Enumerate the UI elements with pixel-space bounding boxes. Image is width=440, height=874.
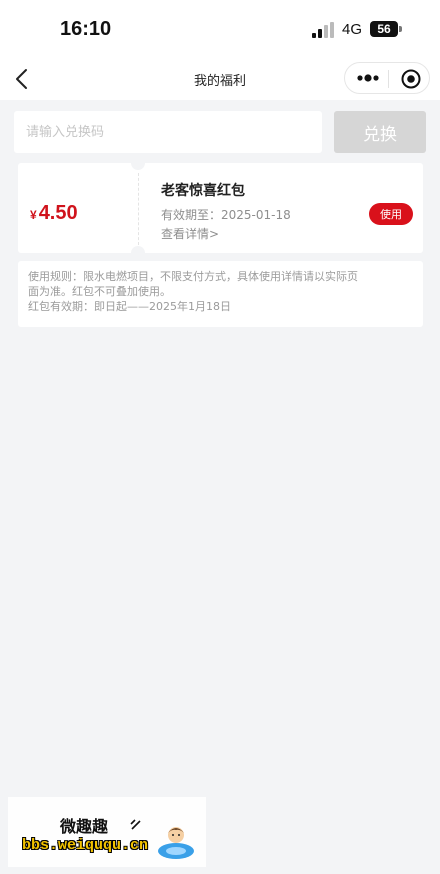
signal-icon xyxy=(312,22,334,38)
rules-text-line-3: 红包有效期：即日起——2025年1月18日 xyxy=(28,300,231,313)
use-coupon-button[interactable]: 使用 xyxy=(369,203,413,225)
status-bar: 16:10 4G 56 xyxy=(0,0,440,58)
nav-bar: 我的福利 xyxy=(0,58,440,100)
watermark-title: 微趣趣 xyxy=(60,817,109,836)
watermark: 微趣趣 bbs.weiququ.cn xyxy=(8,797,206,867)
close-target-icon[interactable] xyxy=(400,68,422,90)
network-type: 4G xyxy=(342,21,363,38)
sparkle-icon xyxy=(130,819,141,830)
screen: 16:10 4G 56 我的福利 请输入兑换码 兑换 ¥ 4.50 老客惊喜红包… xyxy=(0,0,440,874)
coupon-title: 老客惊喜红包 xyxy=(161,183,245,199)
battery-cap xyxy=(399,26,402,32)
coupon-amount-value: 4.50 xyxy=(38,202,78,224)
coupon-divider xyxy=(138,173,139,245)
status-time: 16:10 xyxy=(60,18,112,40)
coupon-card: ¥4.50 老客惊喜红包 有效期至：2025-01-18 查看详情> 使用 xyxy=(18,163,423,253)
redeem-button[interactable]: 兑换 xyxy=(334,111,426,153)
rules-box: 使用规则：限水电燃项目，不限支付方式，具体使用详情请以实际页 面为准。红包不可叠… xyxy=(18,261,423,327)
currency-symbol: ¥ xyxy=(30,208,37,222)
battery-icon: 56 xyxy=(370,21,398,37)
mascot-icon xyxy=(158,827,194,859)
coupon-details-link[interactable]: 查看详情> xyxy=(161,225,219,242)
more-dots-icon[interactable] xyxy=(353,67,383,89)
coupon-expiry: 有效期至：2025-01-18 xyxy=(161,208,291,222)
rules-text-line-2: 面为准。红包不可叠加使用。 xyxy=(28,285,171,298)
capsule-divider xyxy=(388,70,389,88)
mini-program-capsule xyxy=(344,62,430,94)
rules-text-line-1: 使用规则：限水电燃项目，不限支付方式，具体使用详情请以实际页 xyxy=(28,270,358,283)
coupon-notch-bottom xyxy=(131,246,145,253)
watermark-url: bbs.weiququ.cn xyxy=(22,837,149,854)
coupon-notch-top xyxy=(131,163,145,170)
coupon-amount: ¥4.50 xyxy=(30,202,78,225)
redeem-code-input[interactable] xyxy=(14,111,322,153)
